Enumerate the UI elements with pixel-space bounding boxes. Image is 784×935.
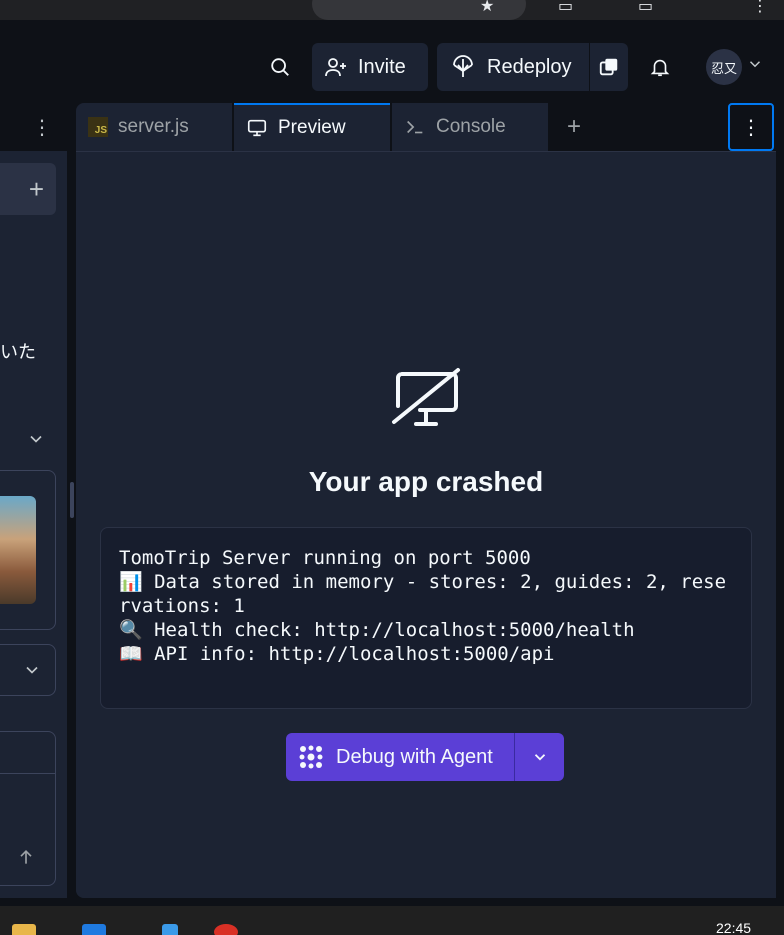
app-icon[interactable] <box>82 924 106 935</box>
terminal-icon <box>407 120 423 134</box>
redeploy-label: Redeploy <box>487 55 572 78</box>
search-icon <box>271 58 289 76</box>
chevron-down-icon[interactable] <box>26 429 46 449</box>
tab-preview[interactable]: Preview <box>234 103 390 151</box>
monitor-off-icon <box>392 368 460 426</box>
avatar[interactable]: 忍又 <box>706 49 742 85</box>
browser-chrome: ★ ▭ ▭ ⋮ <box>0 0 784 20</box>
tab-options-button[interactable]: ⋮ <box>728 103 774 151</box>
debug-button-group: Debug with Agent <box>286 733 564 781</box>
app-icon[interactable] <box>162 924 178 935</box>
more-options-icon[interactable]: ⋮ <box>32 115 52 140</box>
arrow-up-icon[interactable] <box>16 847 36 867</box>
panel-snippet-text: いた <box>0 342 36 362</box>
log-line: TomoTrip Server running on port 5000 <box>119 547 531 569</box>
search-button[interactable] <box>260 43 300 91</box>
file-explorer-icon[interactable] <box>12 924 36 935</box>
app-icon[interactable] <box>214 924 238 935</box>
copy-icon <box>599 58 618 76</box>
thumbnail-image <box>0 496 36 604</box>
tab-label: server.js <box>118 116 189 137</box>
preview-body: Your app crashed TomoTrip Server running… <box>76 152 776 898</box>
new-item-button[interactable]: + <box>0 163 56 215</box>
crash-log: TomoTrip Server running on port 5000 📊 D… <box>100 527 752 709</box>
clock: 22:45 <box>716 920 752 935</box>
chevron-down-icon[interactable] <box>22 660 42 680</box>
debug-options-dropdown[interactable] <box>514 733 564 781</box>
log-line: 📖 API info: http://localhost:5000/api <box>119 643 555 665</box>
tab-console[interactable]: Console <box>392 103 548 151</box>
star-icon[interactable]: ★ <box>480 0 494 16</box>
debug-button-label: Debug with Agent <box>336 745 493 768</box>
page-title: Your app crashed <box>308 466 544 497</box>
deploy-icon <box>453 55 473 77</box>
panel-resize-handle[interactable] <box>70 482 74 518</box>
left-panel: ⋮ + いた <box>0 103 67 898</box>
window-icon[interactable]: ▭ <box>558 0 573 16</box>
js-file-icon: JS <box>88 117 108 137</box>
tab-label: Preview <box>278 117 346 138</box>
redeploy-button[interactable]: Redeploy <box>437 43 589 91</box>
add-user-icon <box>325 58 346 77</box>
notifications-button[interactable] <box>640 43 680 91</box>
chevron-down-icon <box>534 754 545 761</box>
deployment-options-button[interactable] <box>590 43 628 91</box>
add-tab-button[interactable]: + <box>550 103 598 151</box>
log-line: 🔍 Health check: http://localhost:5000/he… <box>119 619 635 641</box>
browser-menu-icon[interactable]: ⋮ <box>752 0 768 16</box>
divider <box>0 773 56 774</box>
os-taskbar: 22:45 <box>0 906 784 935</box>
workspace-pane: JS server.js Preview Console + ⋮ Your ap… <box>76 103 776 898</box>
tab-server-js[interactable]: JS server.js <box>76 103 232 151</box>
app-header: Invite Redeploy <box>0 20 784 102</box>
chevron-down-icon[interactable] <box>746 55 764 73</box>
monitor-icon <box>247 119 267 137</box>
tab-search-icon[interactable]: ▭ <box>638 0 653 16</box>
invite-label: Invite <box>358 55 406 78</box>
log-line: 📊 Data stored in memory - stores: 2, gui… <box>119 571 727 617</box>
invite-button[interactable]: Invite <box>312 43 428 91</box>
bell-icon <box>650 59 670 77</box>
tab-bar: JS server.js Preview Console + ⋮ <box>76 103 776 151</box>
debug-with-agent-button[interactable]: Debug with Agent <box>286 733 514 781</box>
tab-label: Console <box>436 116 506 137</box>
left-panel-tabbar: ⋮ <box>0 103 67 151</box>
agent-icon <box>299 745 323 769</box>
